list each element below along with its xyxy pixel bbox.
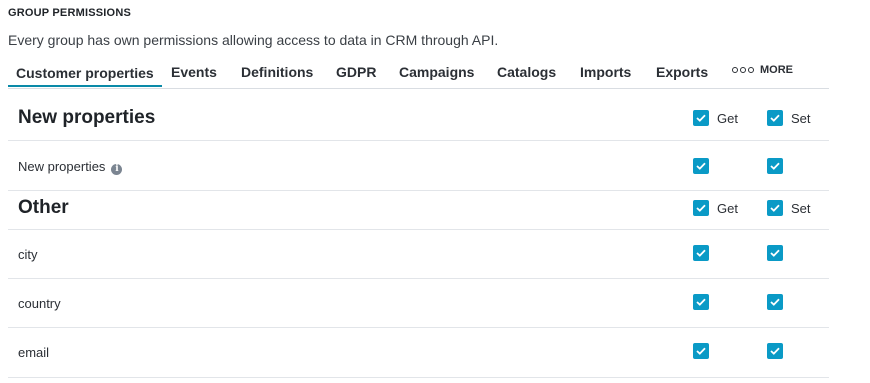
set-checkbox[interactable] bbox=[767, 294, 783, 310]
table-row: country bbox=[8, 279, 829, 328]
group-get-checkbox[interactable] bbox=[693, 110, 709, 126]
get-checkbox[interactable] bbox=[693, 294, 709, 310]
property-name: email bbox=[18, 345, 50, 360]
set-label: Set bbox=[791, 111, 811, 126]
more-label: MORE bbox=[760, 64, 793, 76]
set-checkbox[interactable] bbox=[767, 158, 783, 174]
tab-bar: Customer properties Events Definitions G… bbox=[8, 60, 829, 89]
table-row: New properties i bbox=[8, 141, 829, 191]
set-label: Set bbox=[791, 201, 811, 216]
group-set-checkbox[interactable] bbox=[767, 110, 783, 126]
set-checkbox[interactable] bbox=[767, 245, 783, 261]
get-label: Get bbox=[717, 111, 738, 126]
get-label: Get bbox=[717, 201, 738, 216]
property-name: country bbox=[18, 296, 61, 311]
permissions-table: New properties Get Set New properties i O… bbox=[8, 97, 829, 378]
get-checkbox[interactable] bbox=[693, 343, 709, 359]
tab-definitions[interactable]: Definitions bbox=[241, 64, 313, 80]
tab-exports[interactable]: Exports bbox=[656, 64, 708, 80]
tab-campaigns[interactable]: Campaigns bbox=[399, 64, 474, 80]
tab-gdpr[interactable]: GDPR bbox=[336, 64, 376, 80]
table-row: email bbox=[8, 328, 829, 378]
group-heading: New properties bbox=[18, 107, 156, 128]
more-dots-icon bbox=[732, 67, 754, 73]
group-get-checkbox[interactable] bbox=[693, 200, 709, 216]
get-checkbox[interactable] bbox=[693, 158, 709, 174]
table-row: city bbox=[8, 230, 829, 279]
more-tabs-button[interactable]: MORE bbox=[732, 64, 793, 76]
tab-customer-properties[interactable]: Customer properties bbox=[8, 60, 162, 87]
tab-imports[interactable]: Imports bbox=[580, 64, 631, 80]
get-checkbox[interactable] bbox=[693, 245, 709, 261]
property-label: New properties bbox=[18, 159, 106, 174]
group-heading: Other bbox=[18, 197, 69, 218]
tab-events[interactable]: Events bbox=[171, 64, 217, 80]
group-header-other: Other Get Set bbox=[8, 191, 829, 230]
group-header-new-properties: New properties Get Set bbox=[8, 97, 829, 141]
section-title: GROUP PERMISSIONS bbox=[8, 7, 131, 19]
property-name: city bbox=[18, 247, 38, 262]
section-description: Every group has own permissions allowing… bbox=[8, 32, 499, 48]
info-icon[interactable]: i bbox=[111, 164, 123, 175]
tab-catalogs[interactable]: Catalogs bbox=[497, 64, 556, 80]
property-name: New properties i bbox=[18, 159, 123, 175]
group-set-checkbox[interactable] bbox=[767, 200, 783, 216]
set-checkbox[interactable] bbox=[767, 343, 783, 359]
